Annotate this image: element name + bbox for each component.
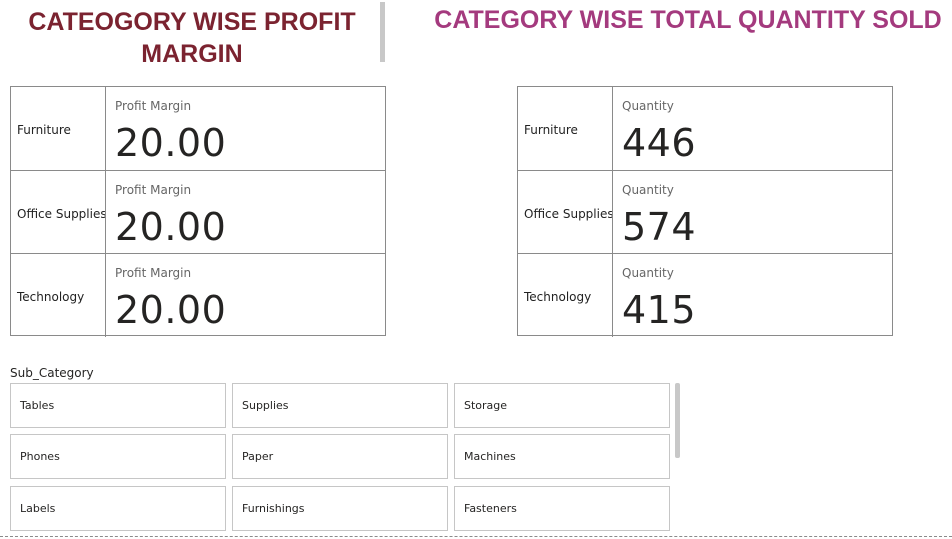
slicer-scrollbar[interactable]: [675, 383, 680, 458]
quantity-row-furniture[interactable]: Furniture Quantity 446: [518, 87, 892, 170]
profit-card-label: Profit Margin: [115, 266, 192, 280]
title-divider: [380, 2, 385, 62]
profit-margin-title: CATEOGORY WISE PROFIT MARGIN: [10, 6, 374, 70]
profit-margin-title-line1: CATEOGORY WISE PROFIT: [28, 8, 356, 36]
slicer-item-label: Phones: [20, 450, 60, 463]
profit-row-furniture[interactable]: Furniture Profit Margin 20.00: [11, 87, 385, 170]
slicer-item-label: Storage: [464, 399, 508, 412]
profit-row-category: Furniture: [17, 123, 71, 137]
quantity-row-category: Furniture: [524, 123, 578, 137]
quantity-card-label: Quantity: [622, 183, 674, 197]
quantity-card-label: Quantity: [622, 266, 674, 280]
quantity-row-category: Technology: [524, 290, 592, 304]
profit-card-label: Profit Margin: [115, 99, 192, 113]
quantity-row-office-supplies[interactable]: Office Supplies Quantity 574: [518, 170, 892, 254]
page-boundary-line: [0, 536, 952, 537]
slicer-item-label: Supplies: [242, 399, 289, 412]
slicer-item-paper[interactable]: Paper: [232, 434, 448, 479]
quantity-card-value: 446: [622, 121, 697, 165]
profit-card-label: Profit Margin: [115, 183, 192, 197]
profit-margin-title-line2: MARGIN: [141, 40, 243, 68]
quantity-card: Quantity 446: [612, 87, 892, 170]
profit-row-category: Office Supplies: [17, 207, 107, 221]
slicer-item-label: Labels: [20, 502, 56, 515]
quantity-card-value: 574: [622, 205, 697, 249]
slicer-item-label: Machines: [464, 450, 516, 463]
quantity-row-category: Office Supplies: [524, 207, 614, 221]
slicer-item-phones[interactable]: Phones: [10, 434, 226, 479]
profit-margin-multicard[interactable]: Furniture Profit Margin 20.00 Office Sup…: [10, 86, 386, 337]
slicer-item-label: Tables: [20, 399, 55, 412]
profit-row-category: Technology: [17, 290, 85, 304]
slicer-item-labels[interactable]: Labels: [10, 486, 226, 531]
profit-row-technology[interactable]: Technology Profit Margin 20.00: [11, 253, 385, 337]
slicer-item-machines[interactable]: Machines: [454, 434, 670, 479]
slicer-item-furnishings[interactable]: Furnishings: [232, 486, 448, 531]
profit-card: Profit Margin 20.00: [105, 87, 385, 170]
profit-card-value: 20.00: [115, 121, 227, 165]
quantity-card: Quantity 415: [612, 254, 892, 337]
slicer-item-fasteners[interactable]: Fasteners: [454, 486, 670, 531]
quantity-card: Quantity 574: [612, 171, 892, 254]
profit-card: Profit Margin 20.00: [105, 254, 385, 337]
slicer-item-storage[interactable]: Storage: [454, 383, 670, 428]
quantity-card-label: Quantity: [622, 99, 674, 113]
slicer-title: Sub_Category: [10, 366, 94, 380]
quantity-row-technology[interactable]: Technology Quantity 415: [518, 253, 892, 337]
profit-card-value: 20.00: [115, 288, 227, 332]
profit-card-value: 20.00: [115, 205, 227, 249]
quantity-card-value: 415: [622, 288, 697, 332]
slicer-item-label: Fasteners: [464, 502, 517, 515]
profit-card: Profit Margin 20.00: [105, 171, 385, 254]
quantity-multicard[interactable]: Furniture Quantity 446 Office Supplies Q…: [517, 86, 893, 337]
profit-row-office-supplies[interactable]: Office Supplies Profit Margin 20.00: [11, 170, 385, 254]
slicer-item-tables[interactable]: Tables: [10, 383, 226, 428]
quantity-sold-title: CATEGORY WISE TOTAL QUANTITY SOLD: [434, 6, 942, 34]
slicer-item-label: Paper: [242, 450, 274, 463]
slicer-item-label: Furnishings: [242, 502, 305, 515]
slicer-item-supplies[interactable]: Supplies: [232, 383, 448, 428]
